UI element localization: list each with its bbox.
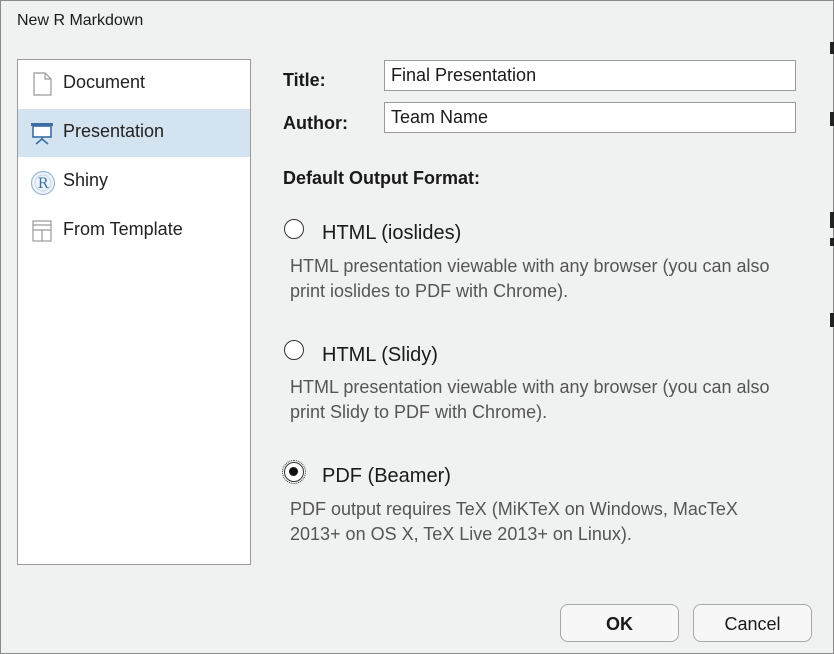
author-input[interactable] bbox=[384, 102, 796, 133]
sidebar-item-label: Document bbox=[63, 72, 146, 92]
title-bar[interactable]: New R Markdown bbox=[1, 1, 833, 41]
sidebar-item-from-template[interactable]: From Template bbox=[18, 207, 250, 255]
radio-html-ioslides[interactable] bbox=[284, 219, 304, 239]
option-description-html-slidy: HTML presentation viewable with any brow… bbox=[290, 377, 770, 422]
radio-html-slidy[interactable] bbox=[284, 340, 304, 360]
document-type-list: Document Presentation R Shiny From Templ… bbox=[17, 59, 251, 565]
svg-text:R: R bbox=[38, 176, 49, 192]
default-output-format-heading: Default Output Format: bbox=[283, 168, 480, 188]
sidebar-item-label: Shiny bbox=[63, 170, 109, 190]
new-r-markdown-dialog: New R Markdown Document Presentation R S… bbox=[0, 0, 834, 654]
option-label-html-slidy[interactable]: HTML (Slidy) bbox=[322, 344, 438, 367]
option-description-html-ioslides: HTML presentation viewable with any brow… bbox=[290, 256, 770, 301]
sidebar-item-presentation[interactable]: Presentation bbox=[18, 109, 250, 157]
shiny-r-icon: R bbox=[30, 170, 56, 196]
option-description-pdf-beamer: PDF output requires TeX (MiKTeX on Windo… bbox=[290, 499, 738, 544]
title-input[interactable] bbox=[384, 60, 796, 91]
template-icon bbox=[30, 219, 54, 243]
sidebar-item-label: Presentation bbox=[63, 121, 165, 141]
ok-button[interactable]: OK bbox=[560, 604, 679, 642]
author-label: Author: bbox=[283, 113, 348, 133]
cancel-button[interactable]: Cancel bbox=[693, 604, 812, 642]
option-label-pdf-beamer[interactable]: PDF (Beamer) bbox=[322, 465, 451, 488]
title-label: Title: bbox=[283, 70, 326, 90]
presentation-icon bbox=[30, 121, 54, 145]
window-title: New R Markdown bbox=[17, 12, 144, 29]
option-label-html-ioslides[interactable]: HTML (ioslides) bbox=[322, 222, 461, 245]
document-icon bbox=[30, 72, 54, 96]
sidebar-item-label: From Template bbox=[63, 219, 183, 239]
sidebar-item-shiny[interactable]: R Shiny bbox=[18, 158, 250, 206]
radio-pdf-beamer[interactable] bbox=[282, 460, 306, 484]
sidebar-item-document[interactable]: Document bbox=[18, 60, 250, 108]
